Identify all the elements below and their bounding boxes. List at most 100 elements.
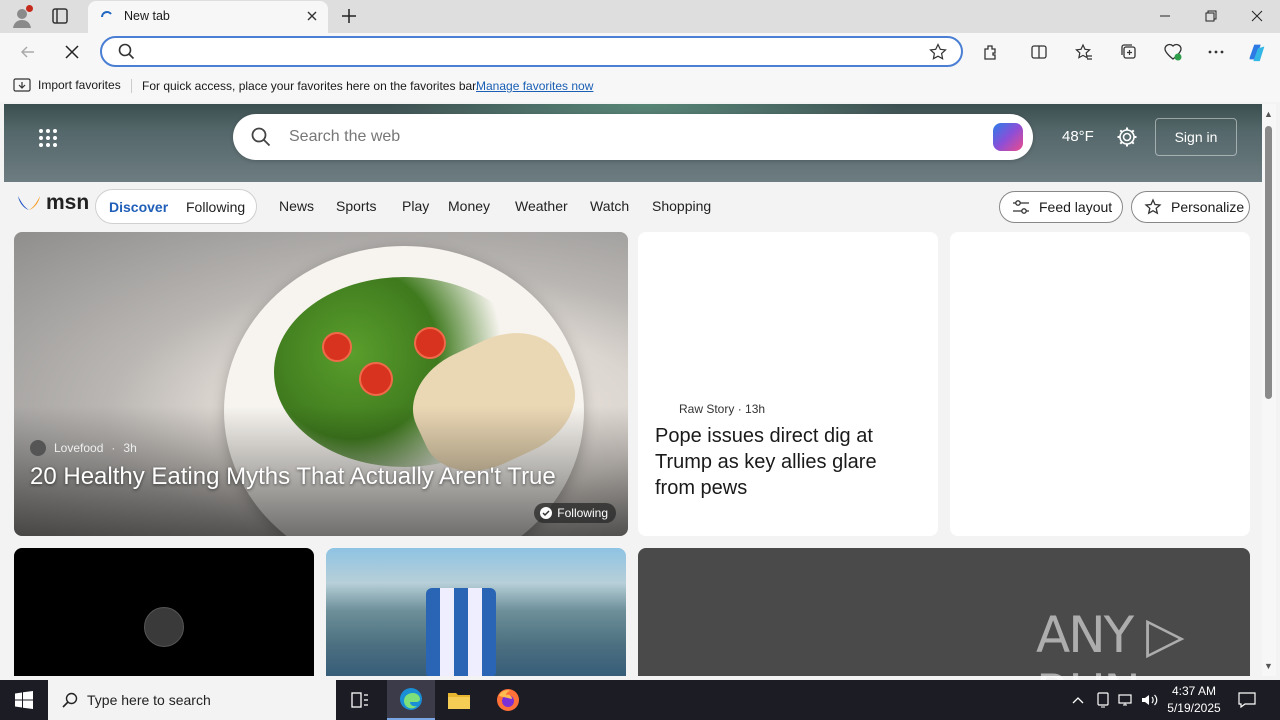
minimize-icon[interactable] (1142, 0, 1188, 32)
volume-icon[interactable] (1141, 690, 1159, 710)
personalize-label: Personalize (1171, 199, 1245, 215)
story-card[interactable]: Raw Story · 13h Pope issues direct dig a… (638, 232, 938, 536)
notifications-icon[interactable] (1238, 690, 1256, 710)
separator-dot: · (111, 441, 116, 455)
import-icon (13, 78, 31, 92)
more-options-icon[interactable] (1205, 41, 1227, 63)
import-favorites-label: Import favorites (38, 78, 121, 92)
category-news[interactable]: News (279, 198, 314, 214)
divider (131, 79, 132, 93)
navigation-bar (0, 33, 1280, 70)
category-money[interactable]: Money (448, 198, 490, 214)
category-shopping[interactable]: Shopping (652, 198, 711, 214)
edge-taskbar-icon[interactable] (387, 680, 435, 720)
back-icon[interactable] (17, 41, 39, 63)
story-source: Lovefood · 3h (30, 440, 137, 456)
feed-layout-button[interactable]: Feed layout (999, 191, 1123, 223)
story-age: 13h (745, 402, 766, 416)
gear-icon[interactable] (1116, 126, 1138, 148)
favorites-icon[interactable] (1073, 41, 1095, 63)
address-bar[interactable] (100, 36, 963, 67)
loading-card (950, 232, 1250, 536)
msn-logo[interactable]: msn (16, 191, 89, 215)
loading-placeholder-icon (144, 607, 184, 647)
collections-icon[interactable] (1118, 41, 1140, 63)
loading-spinner-icon (101, 11, 112, 18)
category-weather[interactable]: Weather (515, 198, 568, 214)
favorites-bar: Import favorites For quick access, place… (0, 70, 1280, 102)
taskbar-search-box[interactable]: Type here to search (48, 680, 336, 720)
search-icon (251, 127, 271, 147)
tab-discover[interactable]: Discover (109, 199, 168, 215)
file-explorer-icon[interactable] (435, 680, 483, 720)
story-source-name: Raw Story (679, 402, 735, 416)
msn-logo-text: msn (46, 191, 90, 214)
import-favorites-button[interactable]: Import favorites (13, 77, 121, 93)
tab-new-tab[interactable]: New tab (88, 1, 328, 33)
profile-icon[interactable] (10, 5, 34, 29)
favorite-star-icon[interactable] (929, 43, 947, 61)
windows-start-icon[interactable] (0, 680, 48, 720)
extensions-icon[interactable] (980, 41, 1002, 63)
feed-layout-label: Feed layout (1039, 199, 1113, 215)
page-scrollbar[interactable]: ▲ ▼ (1262, 104, 1276, 676)
search-icon (62, 692, 78, 708)
restore-icon[interactable] (1188, 0, 1234, 32)
system-clock[interactable]: 4:37 AM 5/19/2025 (1160, 683, 1228, 717)
featured-story-card[interactable]: Lovefood · 3h 20 Healthy Eating Myths Th… (14, 232, 628, 536)
scrollbar-thumb[interactable] (1265, 126, 1272, 399)
tab-following[interactable]: Following (186, 199, 245, 215)
tomato-image (322, 332, 352, 362)
show-hidden-icons-icon[interactable] (1069, 690, 1087, 710)
personalize-button[interactable]: Personalize (1131, 191, 1250, 223)
category-watch[interactable]: Watch (590, 198, 629, 214)
notification-dot (26, 5, 33, 12)
title-bar: New tab (0, 0, 1280, 33)
sign-in-button[interactable]: Sign in (1155, 118, 1237, 156)
split-screen-icon[interactable] (1028, 41, 1050, 63)
stop-loading-icon[interactable] (61, 41, 83, 63)
game-card[interactable] (326, 548, 626, 676)
msn-butterfly-icon (18, 196, 40, 210)
video-card[interactable] (14, 548, 314, 676)
sliders-icon (1013, 200, 1029, 214)
page-viewport: Search the web 48°F Sign in msn Discover… (4, 104, 1262, 676)
tab-title: New tab (124, 9, 170, 23)
story-source-name: Lovefood (54, 441, 104, 455)
copilot-search-icon[interactable] (993, 123, 1023, 151)
following-badge[interactable]: Following (534, 503, 616, 523)
weather-temperature[interactable]: 48°F (1062, 128, 1094, 145)
copilot-icon[interactable] (1246, 41, 1268, 63)
taskbar-search-placeholder: Type here to search (87, 692, 211, 708)
device-icon[interactable] (1094, 690, 1112, 710)
scroll-up-icon[interactable]: ▲ (1264, 109, 1273, 119)
apps-launcher-icon[interactable] (38, 128, 58, 148)
firefox-icon[interactable] (484, 680, 532, 720)
new-tab-icon[interactable] (339, 6, 359, 26)
tomato-image (414, 327, 446, 359)
category-sports[interactable]: Sports (336, 198, 376, 214)
publisher-logo-icon (30, 440, 46, 456)
tomato-image (359, 362, 393, 396)
clock-date: 5/19/2025 (1167, 701, 1221, 715)
close-window-icon[interactable] (1234, 0, 1280, 32)
scroll-down-icon[interactable]: ▼ (1264, 661, 1273, 671)
favorites-bar-message: For quick access, place your favorites h… (142, 79, 479, 93)
separator-dot: · (737, 402, 746, 416)
clock-time: 4:37 AM (1171, 684, 1217, 698)
search-icon (118, 43, 135, 60)
close-tab-icon[interactable] (305, 9, 319, 23)
browser-essentials-icon[interactable] (1162, 41, 1184, 63)
task-view-icon[interactable] (336, 680, 384, 720)
hero-banner: Search the web 48°F Sign in (4, 104, 1262, 182)
story-title[interactable]: 20 Healthy Eating Myths That Actually Ar… (30, 463, 556, 491)
manage-favorites-link[interactable]: Manage favorites now (476, 79, 593, 93)
story-headline[interactable]: Pope issues direct dig at Trump as key a… (655, 423, 920, 501)
web-search-box[interactable]: Search the web (233, 114, 1033, 160)
story-source: Raw Story · 13h (679, 402, 765, 416)
following-badge-label: Following (557, 506, 608, 520)
feed-tabs: Discover Following (95, 189, 257, 224)
tab-actions-icon[interactable] (50, 6, 70, 26)
category-play[interactable]: Play (402, 198, 429, 214)
network-icon[interactable] (1117, 690, 1135, 710)
